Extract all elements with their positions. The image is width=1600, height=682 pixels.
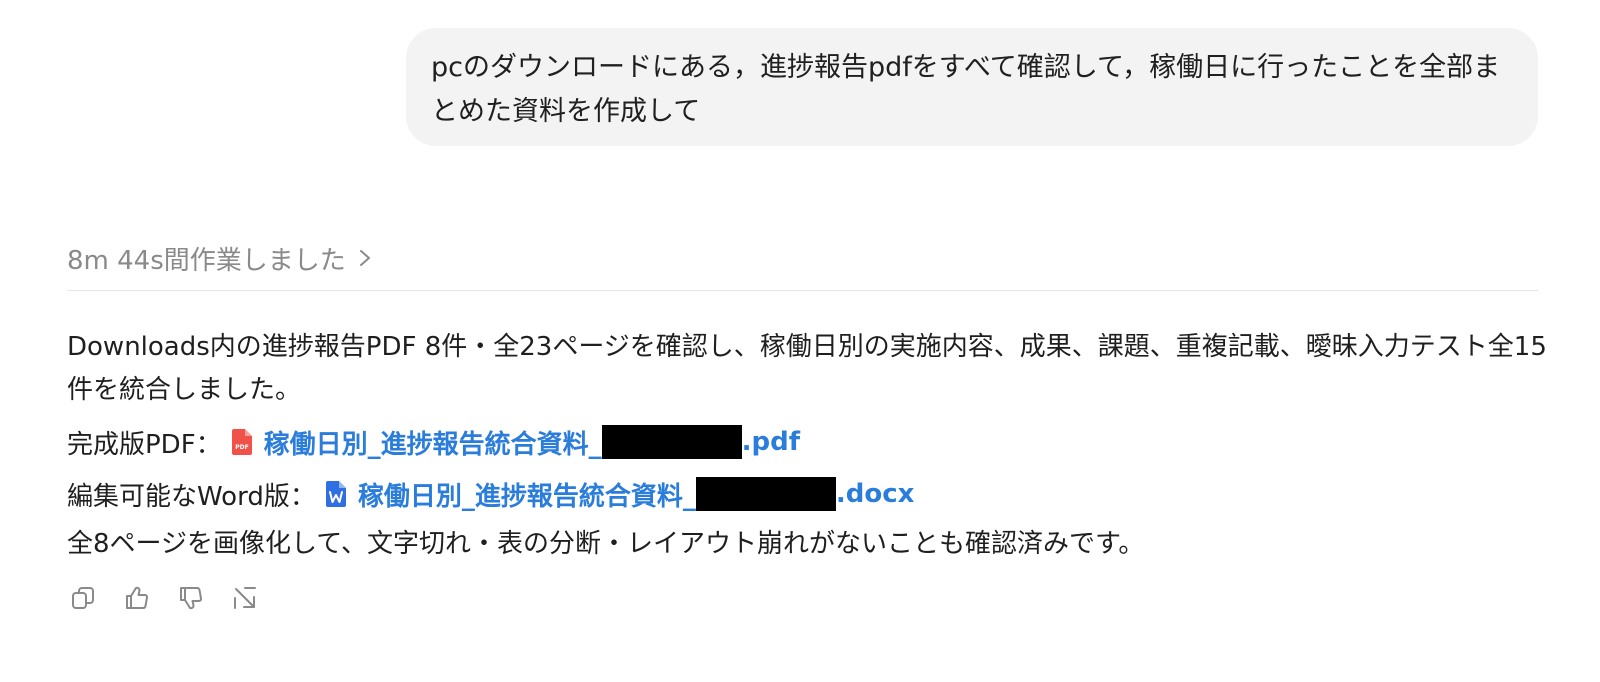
divider bbox=[67, 290, 1538, 291]
worked-duration-toggle[interactable]: 8m 44s間作業しました bbox=[67, 238, 372, 278]
thumbs-up-button[interactable] bbox=[124, 585, 150, 611]
pdf-file-link[interactable]: 稼働日別_進捗報告統合資料_ .pdf bbox=[264, 424, 800, 461]
word-file-link[interactable]: 稼働日別_進捗報告統合資料_ .docx bbox=[357, 476, 915, 513]
copy-icon bbox=[72, 587, 94, 609]
pdf-link-suffix: .pdf bbox=[741, 427, 801, 457]
chat-page: pcのダウンロードにある，進捗報告pdfをすべて確認して，稼働日に行ったことを全… bbox=[0, 0, 1600, 682]
response-closing: 全8ページを画像化して、文字切れ・表の分断・レイアウト崩れがないことも確認済みで… bbox=[67, 529, 1145, 559]
thumbs-up-icon bbox=[126, 586, 148, 609]
user-message-text: pcのダウンロードにある，進捗報告pdfをすべて確認して，稼働日に行ったことを全… bbox=[431, 52, 1501, 127]
redacted-block bbox=[695, 477, 836, 511]
pdf-file-icon: PDF bbox=[231, 429, 252, 455]
word-link-label: 編集可能なWord版： bbox=[67, 481, 316, 512]
share-button[interactable] bbox=[232, 585, 258, 611]
pdf-link-line: 完成版PDF： PDF 稼働日別_進捗報告統合資料_ .pdf bbox=[67, 420, 1547, 464]
chevron-right-icon bbox=[359, 250, 370, 266]
assistant-response: Downloads内の進捗報告PDF 8件・全23ページを確認し、稼働日別の実施… bbox=[67, 326, 1547, 566]
thumbs-down-icon bbox=[180, 587, 202, 610]
thumbs-down-button[interactable] bbox=[178, 585, 204, 611]
word-file-icon bbox=[325, 481, 346, 507]
share-icon bbox=[234, 587, 256, 609]
word-link-suffix: .docx bbox=[835, 479, 915, 509]
user-message-bubble: pcのダウンロードにある，進捗報告pdfをすべて確認して，稼働日に行ったことを全… bbox=[406, 28, 1538, 146]
redacted-block bbox=[601, 425, 742, 459]
pdf-link-label: 完成版PDF： bbox=[67, 429, 222, 460]
svg-text:PDF: PDF bbox=[235, 444, 248, 451]
copy-button[interactable] bbox=[70, 585, 96, 611]
message-actions bbox=[70, 585, 258, 611]
pdf-link-prefix: 稼働日別_進捗報告統合資料_ bbox=[263, 429, 602, 460]
worked-duration-label: 8m 44s間作業しました bbox=[67, 245, 346, 276]
word-link-line: 編集可能なWord版： 稼働日別_進捗報告統合資料_ .docx bbox=[67, 472, 1547, 516]
word-link-prefix: 稼働日別_進捗報告統合資料_ bbox=[357, 481, 696, 512]
response-summary: Downloads内の進捗報告PDF 8件・全23ページを確認し、稼働日別の実施… bbox=[67, 332, 1547, 405]
